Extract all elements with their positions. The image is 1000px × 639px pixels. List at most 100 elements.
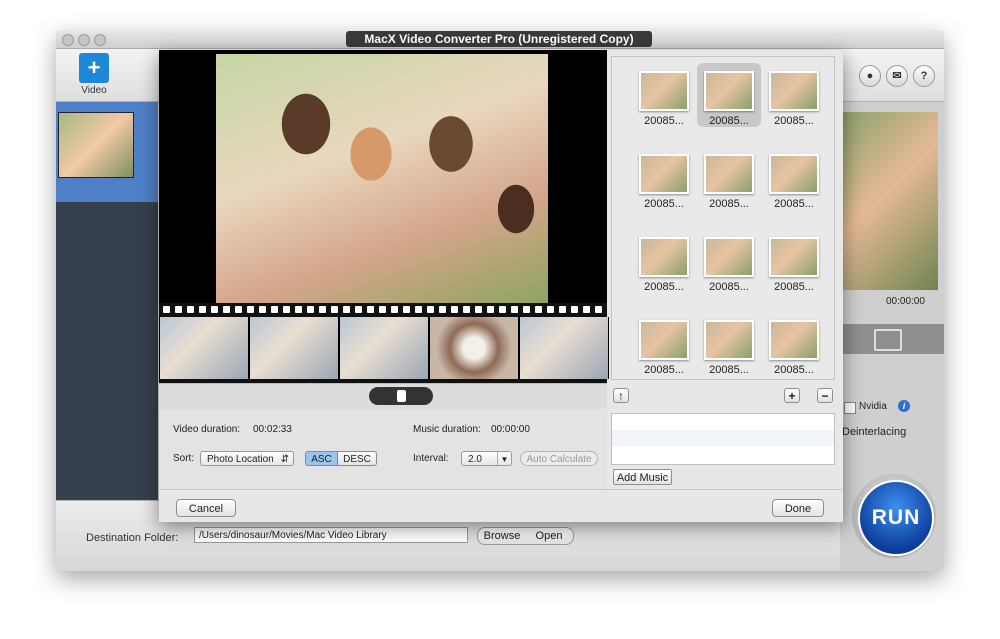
sort-label: Sort: <box>173 453 195 464</box>
photo-tile[interactable]: 20085... <box>632 229 696 293</box>
sprocket-hole <box>187 306 194 313</box>
music-list[interactable] <box>611 413 835 465</box>
photo-caption: 20085... <box>774 198 814 210</box>
zoom-window-button[interactable] <box>94 34 106 46</box>
interval-select[interactable]: 2.0 ▼ <box>461 451 512 466</box>
sprocket-hole <box>499 306 506 313</box>
photo-thumbnail <box>769 154 819 194</box>
destination-folder-input[interactable]: /Users/dinosaur/Movies/Mac Video Library <box>194 527 468 543</box>
photo-tile[interactable]: 20085... <box>762 312 826 376</box>
photo-tile[interactable]: 20085... <box>697 229 761 293</box>
sprocket-hole <box>307 306 314 313</box>
photo-tile[interactable]: 20085... <box>762 146 826 210</box>
cancel-button[interactable]: Cancel <box>176 499 236 517</box>
photo-caption: 20085... <box>774 115 814 127</box>
photo-tile[interactable]: 20085... <box>632 63 696 127</box>
film-frame[interactable] <box>159 317 249 379</box>
photo-thumbnail <box>704 71 754 111</box>
film-frame[interactable] <box>429 317 519 379</box>
minimize-window-button[interactable] <box>78 34 90 46</box>
done-button[interactable]: Done <box>772 499 824 517</box>
photo-tile[interactable]: 20085... <box>697 312 761 376</box>
user-icon[interactable]: ● <box>859 65 881 87</box>
sprocket-hole <box>547 306 554 313</box>
dialog-footer: Cancel Done <box>159 489 843 522</box>
film-frame[interactable] <box>339 317 429 379</box>
destination-folder-label: Destination Folder: <box>86 532 179 544</box>
sprocket-hole <box>175 306 182 313</box>
slider-track[interactable] <box>369 387 433 405</box>
slideshow-settings: Video duration: 00:02:33 Music duration:… <box>159 409 607 489</box>
slider-knob[interactable] <box>397 390 406 402</box>
sprocket-hole <box>451 306 458 313</box>
move-up-icon[interactable]: ↑ <box>613 388 629 403</box>
photo-caption: 20085... <box>709 115 749 127</box>
desc-button[interactable]: DESC <box>337 451 377 466</box>
sprocket-hole <box>259 306 266 313</box>
photo-thumbnail <box>704 237 754 277</box>
sort-select[interactable]: Photo Location ⇵ <box>200 451 294 466</box>
file-list-panel <box>56 102 158 500</box>
preview-panel: 00:00:00 Nvidia i Deinterlacing RUN <box>840 102 944 571</box>
file-list-item[interactable] <box>56 102 158 202</box>
slideshow-dialog: Video duration: 00:02:33 Music duration:… <box>159 50 843 522</box>
sprocket-hole <box>367 306 374 313</box>
photo-caption: 20085... <box>644 198 684 210</box>
sprocket-hole <box>223 306 230 313</box>
mail-icon[interactable]: ✉ <box>886 65 908 87</box>
asc-button[interactable]: ASC <box>305 451 338 466</box>
video-thumbnail <box>58 112 134 178</box>
close-window-button[interactable] <box>62 34 74 46</box>
photo-thumbnail <box>769 320 819 360</box>
photo-preview <box>159 50 607 303</box>
deinterlacing-label[interactable]: Deinterlacing <box>842 426 906 438</box>
sprocket-hole <box>163 306 170 313</box>
photo-tile[interactable]: 20085... <box>762 229 826 293</box>
photo-tile[interactable]: 20085... <box>697 63 761 127</box>
nvidia-checkbox[interactable] <box>844 402 856 414</box>
sprocket-hole <box>511 306 518 313</box>
remove-photo-button[interactable]: − <box>817 388 833 403</box>
sprocket-hole <box>583 306 590 313</box>
film-frame[interactable] <box>519 317 609 379</box>
open-button[interactable]: Open <box>525 527 574 545</box>
browse-button[interactable]: Browse <box>477 527 527 545</box>
photo-caption: 20085... <box>774 281 814 293</box>
folder-icon[interactable] <box>874 329 902 351</box>
help-icon[interactable]: ? <box>913 65 935 87</box>
photo-tile[interactable]: 20085... <box>632 146 696 210</box>
film-frame[interactable] <box>249 317 339 379</box>
sprocket-hole <box>343 306 350 313</box>
sprocket-hole <box>355 306 362 313</box>
sprocket-hole <box>283 306 290 313</box>
sprocket-hole <box>571 306 578 313</box>
filmstrip[interactable] <box>159 303 609 383</box>
sprocket-hole <box>331 306 338 313</box>
sprocket-hole <box>427 306 434 313</box>
sprocket-hole <box>463 306 470 313</box>
window-title: MacX Video Converter Pro (Unregistered C… <box>346 31 652 47</box>
sprocket-hole <box>535 306 542 313</box>
run-button[interactable]: RUN <box>858 480 934 556</box>
add-video-button[interactable]: + Video <box>74 53 114 96</box>
photo-tile[interactable]: 20085... <box>762 63 826 127</box>
photo-tile[interactable]: 20085... <box>697 146 761 210</box>
info-icon[interactable]: i <box>898 400 910 412</box>
add-music-button[interactable]: Add Music <box>613 469 672 485</box>
photo-caption: 20085... <box>709 198 749 210</box>
photo-caption: 20085... <box>709 281 749 293</box>
interval-label: Interval: <box>413 453 449 464</box>
nvidia-label: Nvidia <box>859 401 887 412</box>
auto-calculate-button[interactable]: Auto Calculate <box>520 451 598 466</box>
chevron-down-icon: ▼ <box>497 452 511 465</box>
sprocket-hole <box>391 306 398 313</box>
sprocket-hole <box>247 306 254 313</box>
photo-caption: 20085... <box>774 364 814 376</box>
timeline-slider[interactable] <box>159 383 607 410</box>
photo-tile[interactable]: 20085... <box>632 312 696 376</box>
photo-thumbnail <box>704 154 754 194</box>
photo-thumbnail <box>639 71 689 111</box>
add-photo-button[interactable]: + <box>784 388 800 403</box>
sprocket-hole <box>199 306 206 313</box>
sprocket-hole <box>211 306 218 313</box>
